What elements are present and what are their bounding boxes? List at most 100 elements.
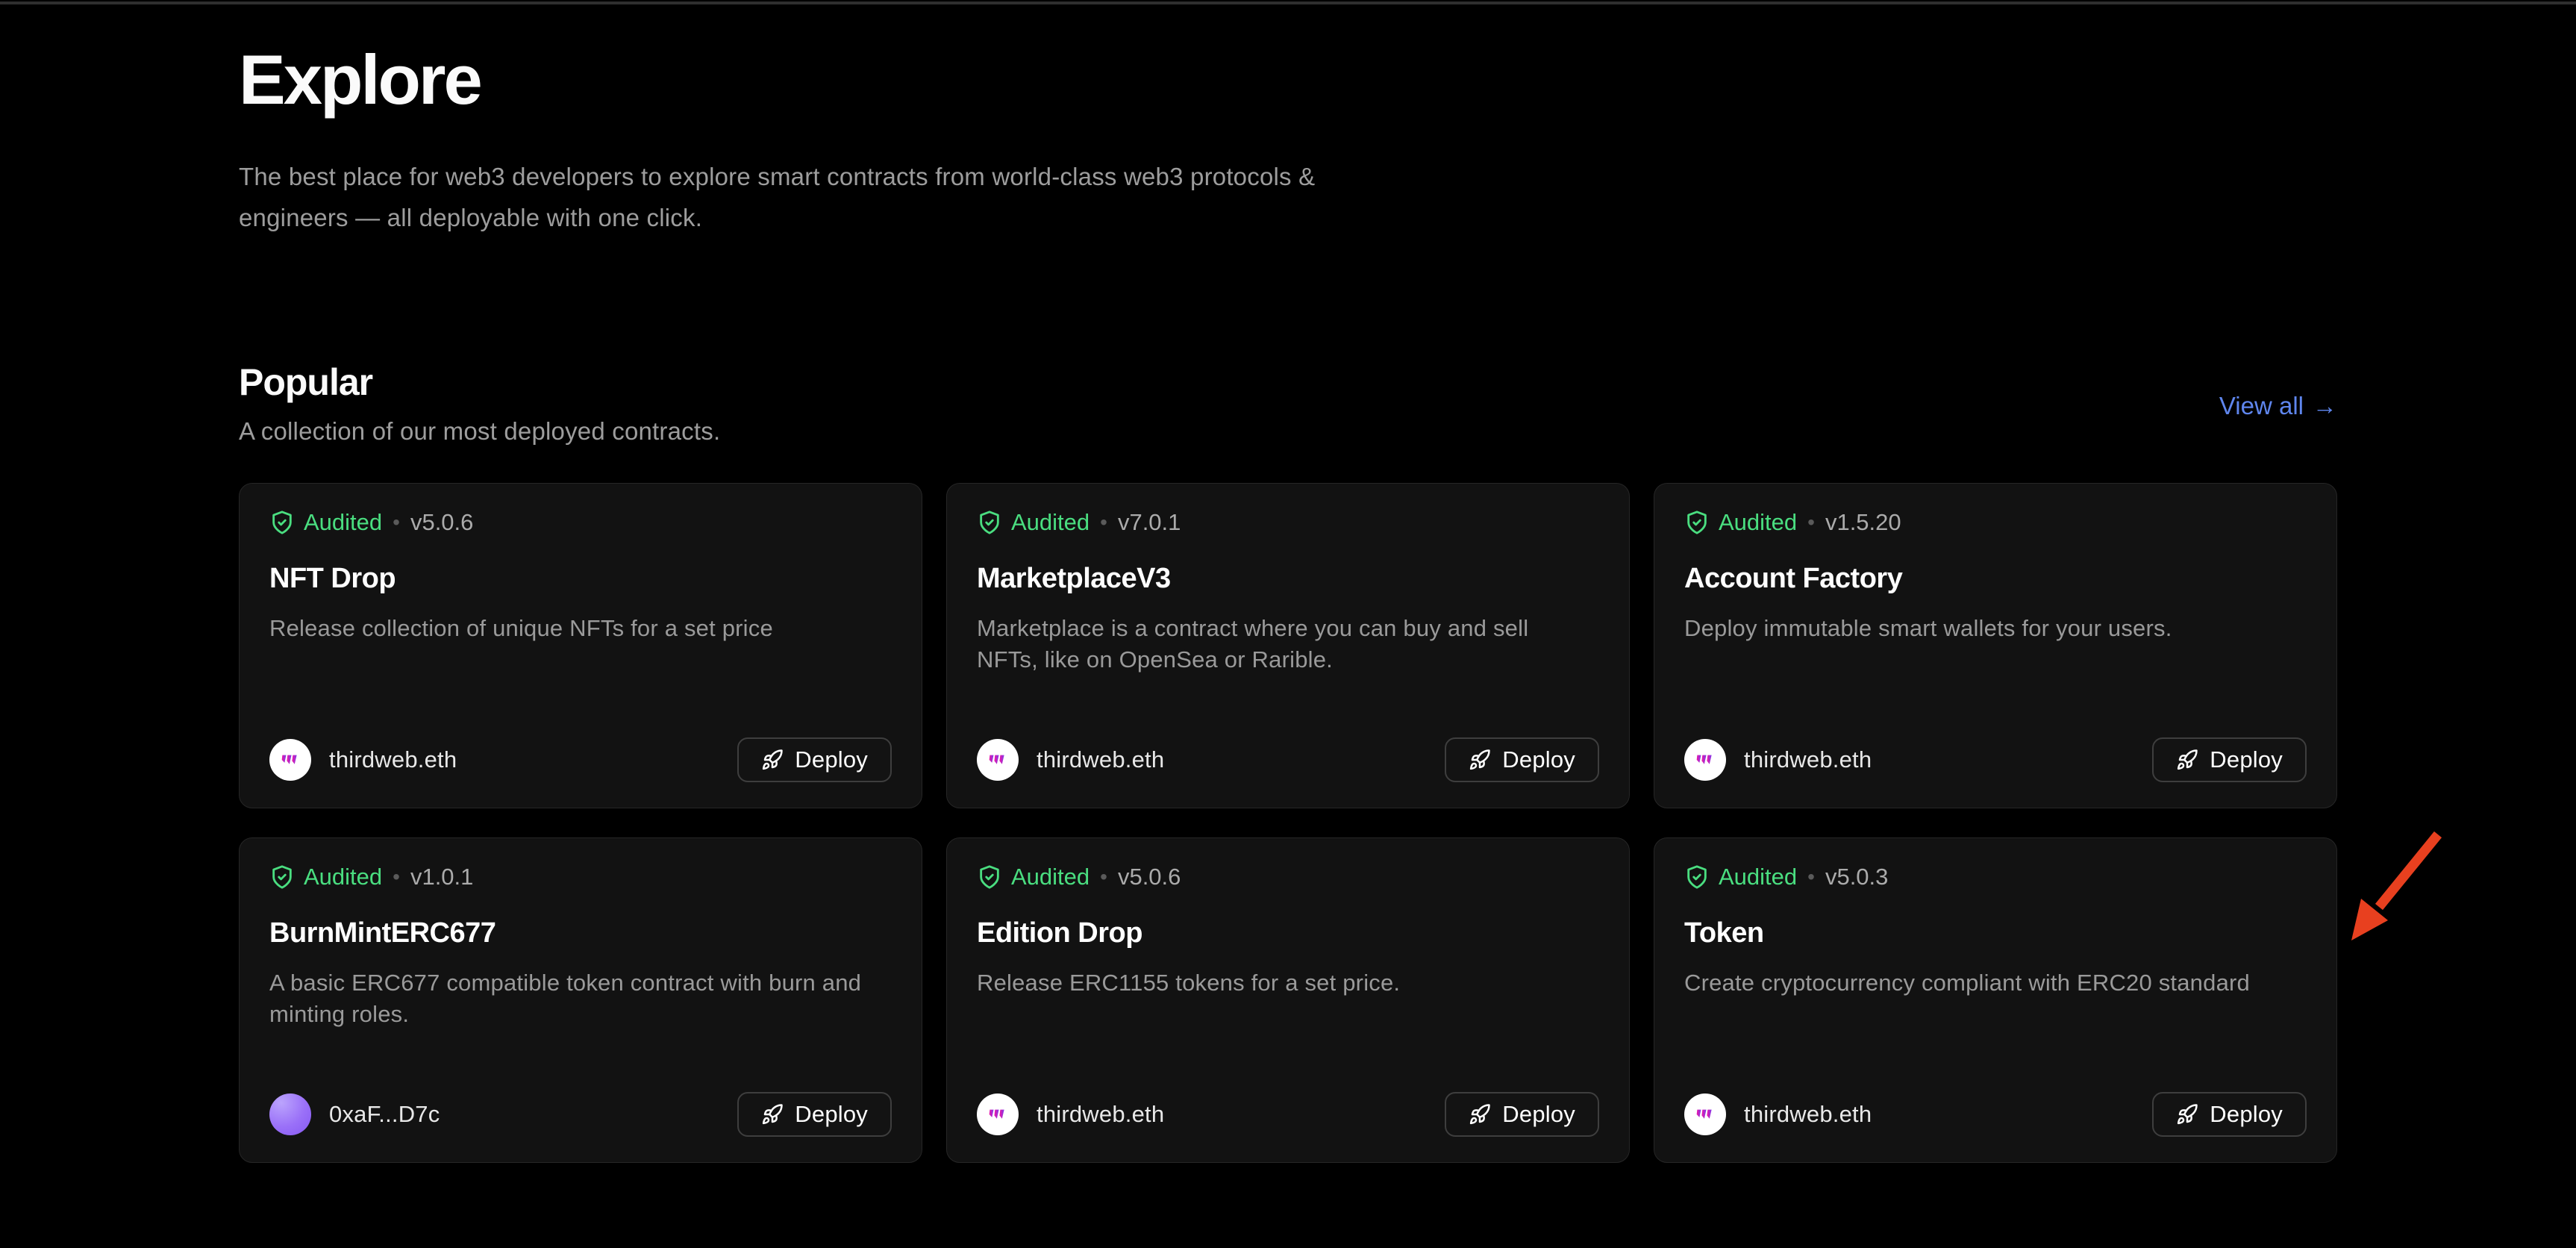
card-badge-row: Audited • v5.0.6 bbox=[977, 864, 1599, 890]
page-title: Explore bbox=[239, 43, 2337, 117]
badge-separator: • bbox=[1807, 865, 1815, 889]
rocket-icon bbox=[761, 749, 784, 771]
publisher-name: thirdweb.eth bbox=[1037, 1101, 1164, 1128]
shield-check-icon bbox=[269, 864, 295, 890]
shield-check-icon bbox=[977, 510, 1002, 535]
contract-card[interactable]: Audited • v7.0.1 MarketplaceV3 Marketpla… bbox=[946, 483, 1630, 808]
deploy-button[interactable]: Deploy bbox=[2152, 737, 2307, 782]
card-footer: thirdweb.eth Deploy bbox=[977, 737, 1599, 782]
publisher-avatar bbox=[977, 1093, 1019, 1135]
contract-title: MarketplaceV3 bbox=[977, 563, 1599, 595]
contract-card[interactable]: Audited • v1.0.1 BurnMintERC677 A basic … bbox=[239, 837, 922, 1163]
publisher-avatar bbox=[1684, 739, 1726, 781]
deploy-label: Deploy bbox=[795, 1101, 868, 1128]
shield-check-icon bbox=[1684, 864, 1710, 890]
card-badge-row: Audited • v7.0.1 bbox=[977, 509, 1599, 536]
page-subtitle: The best place for web3 developers to ex… bbox=[239, 156, 1381, 238]
deploy-button[interactable]: Deploy bbox=[1445, 737, 1599, 782]
audited-badge: Audited bbox=[269, 864, 382, 890]
rocket-icon bbox=[2176, 749, 2198, 771]
top-divider bbox=[0, 1, 2576, 4]
card-badge-row: Audited • v5.0.3 bbox=[1684, 864, 2307, 890]
thirdweb-logo-icon bbox=[1692, 747, 1718, 773]
contract-card[interactable]: Audited • v5.0.6 NFT Drop Release collec… bbox=[239, 483, 922, 808]
badge-separator: • bbox=[393, 511, 400, 534]
rocket-icon bbox=[1469, 1103, 1491, 1126]
thirdweb-logo-icon bbox=[278, 747, 303, 773]
publisher-avatar bbox=[1684, 1093, 1726, 1135]
card-badge-row: Audited • v1.0.1 bbox=[269, 864, 892, 890]
contract-title: Edition Drop bbox=[977, 917, 1599, 949]
deploy-button[interactable]: Deploy bbox=[1445, 1092, 1599, 1137]
badge-separator: • bbox=[1100, 511, 1107, 534]
shield-check-icon bbox=[977, 864, 1002, 890]
audited-badge: Audited bbox=[977, 864, 1090, 890]
popular-section: Popular A collection of our most deploye… bbox=[239, 361, 2337, 1163]
badge-separator: • bbox=[393, 865, 400, 889]
thirdweb-logo-icon bbox=[1692, 1102, 1718, 1127]
contract-description: Create cryptocurrency compliant with ERC… bbox=[1684, 967, 2289, 999]
contract-description: Marketplace is a contract where you can … bbox=[977, 613, 1581, 676]
audited-label: Audited bbox=[1011, 864, 1090, 890]
explore-page: { "header": { "title": "Explore", "subti… bbox=[0, 0, 2576, 1248]
publisher-name: thirdweb.eth bbox=[1037, 746, 1164, 773]
card-footer: thirdweb.eth Deploy bbox=[977, 1092, 1599, 1137]
publisher-avatar bbox=[977, 739, 1019, 781]
contract-title: BurnMintERC677 bbox=[269, 917, 892, 949]
shield-check-icon bbox=[269, 510, 295, 535]
audited-badge: Audited bbox=[1684, 509, 1797, 536]
deploy-label: Deploy bbox=[1502, 1101, 1575, 1128]
cards-grid: Audited • v5.0.6 NFT Drop Release collec… bbox=[239, 483, 2337, 1163]
audited-badge: Audited bbox=[269, 509, 382, 536]
contract-version: v1.0.1 bbox=[410, 864, 473, 890]
audited-badge: Audited bbox=[977, 509, 1090, 536]
deploy-button[interactable]: Deploy bbox=[737, 1092, 892, 1137]
rocket-icon bbox=[2176, 1103, 2198, 1126]
contract-card[interactable]: Audited • v1.5.20 Account Factory Deploy… bbox=[1654, 483, 2337, 808]
contract-description: A basic ERC677 compatible token contract… bbox=[269, 967, 874, 1030]
deploy-button[interactable]: Deploy bbox=[2152, 1092, 2307, 1137]
arrow-right-icon: → bbox=[2313, 392, 2337, 420]
badge-separator: • bbox=[1100, 865, 1107, 889]
deploy-label: Deploy bbox=[795, 746, 868, 773]
deploy-label: Deploy bbox=[1502, 746, 1575, 773]
contract-card[interactable]: Audited • v5.0.3 Token Create cryptocurr… bbox=[1654, 837, 2337, 1163]
contract-title: Account Factory bbox=[1684, 563, 2307, 595]
thirdweb-logo-icon bbox=[985, 747, 1010, 773]
contract-version: v5.0.6 bbox=[410, 509, 473, 536]
card-badge-row: Audited • v1.5.20 bbox=[1684, 509, 2307, 536]
contract-card[interactable]: Audited • v5.0.6 Edition Drop Release ER… bbox=[946, 837, 1630, 1163]
deploy-button[interactable]: Deploy bbox=[737, 737, 892, 782]
card-footer: 0xaF...D7c Deploy bbox=[269, 1092, 892, 1137]
annotation-arrow bbox=[2327, 815, 2483, 972]
badge-separator: • bbox=[1807, 511, 1815, 534]
contract-description: Deploy immutable smart wallets for your … bbox=[1684, 613, 2289, 644]
card-badge-row: Audited • v5.0.6 bbox=[269, 509, 892, 536]
card-footer: thirdweb.eth Deploy bbox=[269, 737, 892, 782]
publisher-name: thirdweb.eth bbox=[329, 746, 457, 773]
publisher-avatar bbox=[269, 739, 311, 781]
popular-subheading: A collection of our most deployed contra… bbox=[239, 417, 2337, 446]
popular-heading: Popular bbox=[239, 361, 2337, 404]
shield-check-icon bbox=[1684, 510, 1710, 535]
audited-label: Audited bbox=[1011, 509, 1090, 536]
publisher-name: thirdweb.eth bbox=[1744, 1101, 1872, 1128]
deploy-label: Deploy bbox=[2210, 1101, 2283, 1128]
view-all-label: View all bbox=[2219, 392, 2304, 420]
contract-version: v5.0.3 bbox=[1825, 864, 1888, 890]
contract-version: v1.5.20 bbox=[1825, 509, 1901, 536]
publisher-avatar bbox=[269, 1093, 311, 1135]
contract-version: v5.0.6 bbox=[1118, 864, 1181, 890]
view-all-link[interactable]: View all → bbox=[2219, 392, 2337, 420]
contract-description: Release collection of unique NFTs for a … bbox=[269, 613, 874, 644]
audited-label: Audited bbox=[1719, 864, 1797, 890]
publisher-name: thirdweb.eth bbox=[1744, 746, 1872, 773]
card-footer: thirdweb.eth Deploy bbox=[1684, 737, 2307, 782]
contract-title: Token bbox=[1684, 917, 2307, 949]
rocket-icon bbox=[761, 1103, 784, 1126]
audited-badge: Audited bbox=[1684, 864, 1797, 890]
thirdweb-logo-icon bbox=[985, 1102, 1010, 1127]
audited-label: Audited bbox=[1719, 509, 1797, 536]
card-footer: thirdweb.eth Deploy bbox=[1684, 1092, 2307, 1137]
deploy-label: Deploy bbox=[2210, 746, 2283, 773]
